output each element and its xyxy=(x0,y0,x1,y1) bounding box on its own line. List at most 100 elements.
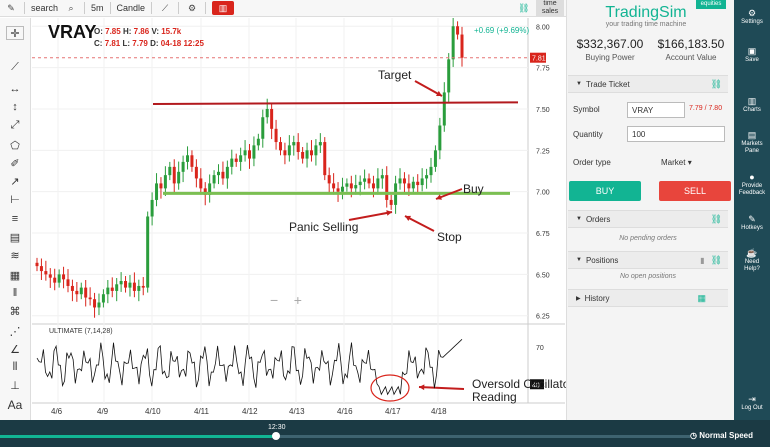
time-tick-label: 4/16 xyxy=(337,407,353,416)
gann-icon[interactable]: ⌘ xyxy=(6,304,24,318)
bar-chart-icon[interactable]: ▮ xyxy=(700,256,704,265)
grid-icon[interactable]: ▦ xyxy=(697,293,706,304)
link-icon[interactable]: ⛓ xyxy=(518,3,529,14)
equities-badge: equities xyxy=(696,0,726,9)
bank-icon[interactable]: ▥ xyxy=(212,1,235,15)
link-icon[interactable]: ⛓ xyxy=(711,255,722,266)
candle-body xyxy=(456,26,460,35)
nav-help-label-1: Need xyxy=(744,259,760,265)
candle-body xyxy=(256,138,260,146)
no-positions-text: No open positions xyxy=(619,273,677,280)
nav-markets-pane[interactable]: ▤ Markets Pane xyxy=(734,130,770,155)
nav-save[interactable]: ▣ Save xyxy=(734,46,770,64)
horizontal-line-icon[interactable]: ↔ xyxy=(6,82,24,96)
candle-body xyxy=(137,285,141,291)
playback-progress xyxy=(0,435,276,438)
trendline-icon[interactable]: ⟋ xyxy=(6,60,24,74)
positions-header[interactable]: ▼ Positions ▮ ⛓ xyxy=(568,251,728,269)
chevron-right-icon: ▶ xyxy=(576,295,581,302)
search-label[interactable]: search xyxy=(31,3,58,13)
angle-icon[interactable]: ∠ xyxy=(6,342,24,356)
fib-time-icon[interactable]: ⊥ xyxy=(6,378,24,392)
cycle-lines-icon[interactable]: ⦀ xyxy=(6,360,24,374)
nav-logout[interactable]: ⇥ Log Out xyxy=(734,394,770,412)
open-value: 7.85 xyxy=(105,27,121,36)
time-tick-label: 4/9 xyxy=(97,407,109,416)
nav-feedback[interactable]: ● Provide Feedback xyxy=(734,172,770,197)
candle-body xyxy=(221,171,225,179)
candle-body xyxy=(398,178,402,184)
playback-handle[interactable] xyxy=(272,432,280,440)
ruler-icon[interactable]: ▤ xyxy=(6,230,24,244)
search-icon[interactable]: ⌕ xyxy=(64,2,78,14)
chevron-down-icon: ▼ xyxy=(576,216,582,222)
candle-body xyxy=(181,161,185,172)
quantity-input[interactable]: 100 xyxy=(627,126,725,142)
brand-tagline: your trading time machine xyxy=(605,21,687,28)
crosshair-icon[interactable]: ✛ xyxy=(6,26,24,40)
candle-body xyxy=(292,142,296,146)
fan-icon[interactable]: ≋ xyxy=(6,248,24,262)
price-tick-label: 7.00 xyxy=(536,190,550,197)
chart-area[interactable]: 8.00 7.75 7.50 7.25 7.00 6.75 6.50 6.25 4/6 4/9 4/… xyxy=(32,17,565,420)
orders-title: Orders xyxy=(585,214,611,224)
time-tick-label: 4/17 xyxy=(385,407,401,416)
candle-body xyxy=(146,216,150,288)
candle-body xyxy=(460,34,464,58)
ray-icon[interactable]: ⤢ xyxy=(6,118,24,132)
zoom-in-button[interactable]: + xyxy=(294,292,302,308)
low-value: 7.79 xyxy=(132,39,148,48)
brush-icon[interactable]: ✐ xyxy=(6,156,24,170)
sell-button[interactable]: SELL xyxy=(659,181,731,201)
fib-icon[interactable]: ▦ xyxy=(6,268,24,282)
toolbar-divider xyxy=(24,2,25,14)
pencil-icon[interactable]: ✎ xyxy=(4,2,18,14)
time-sales-line1: time xyxy=(543,0,557,7)
nav-settings[interactable]: ⚙ Settings xyxy=(734,8,770,26)
fib-fan-icon[interactable]: ⋰ xyxy=(6,324,24,338)
nav-charts[interactable]: ▥ Charts xyxy=(734,96,770,114)
arrow-tool-icon[interactable]: ↗ xyxy=(6,174,24,188)
history-header[interactable]: ▶ History ▦ xyxy=(568,289,728,307)
candle-body xyxy=(371,183,375,189)
interval-select[interactable]: 5m xyxy=(91,3,104,13)
help-icon: ☕ xyxy=(746,248,758,258)
time-tick-label: 4/13 xyxy=(289,407,305,416)
order-type-value: Market xyxy=(661,158,686,167)
pitchfork-icon[interactable]: ‖ xyxy=(6,286,24,300)
clock-icon: ◷ xyxy=(690,431,697,440)
order-type-select[interactable]: Market ▾ xyxy=(661,158,692,167)
nav-settings-label: Settings xyxy=(741,19,763,25)
candle-body xyxy=(75,290,79,295)
candle-body xyxy=(367,178,371,184)
gear-icon[interactable]: ⚙ xyxy=(185,2,199,14)
resistance-line xyxy=(152,101,519,106)
orders-header[interactable]: ▼ Orders ⛓ xyxy=(568,210,728,228)
text-tool-icon[interactable]: Aa xyxy=(6,398,24,412)
measure-icon[interactable]: ⊢ xyxy=(6,192,24,206)
chart-canvas[interactable]: 8.00 7.75 7.50 7.25 7.00 6.75 6.50 6.25 4/6 4/9 4/… xyxy=(32,17,565,420)
candle-body xyxy=(327,175,331,184)
polygon-icon[interactable]: ⬠ xyxy=(6,138,24,152)
candle-body xyxy=(314,145,318,156)
parallel-channel-icon[interactable]: ≡ xyxy=(6,212,24,226)
time-tick-label: 4/18 xyxy=(431,407,447,416)
price-tick-label: 6.50 xyxy=(536,272,550,279)
trade-ticket-header[interactable]: ▼ Trade Ticket ⛓ xyxy=(568,75,728,93)
speed-select[interactable]: ◷ Normal Speed xyxy=(690,431,753,440)
candle-body xyxy=(141,285,145,288)
link-icon[interactable]: ⛓ xyxy=(711,214,722,225)
link-icon[interactable]: ⛓ xyxy=(711,79,722,90)
price-tick-label: 6.25 xyxy=(536,314,550,321)
vertical-line-icon[interactable]: ↕ xyxy=(6,100,24,114)
indicators-icon[interactable]: ⟋ xyxy=(158,2,172,14)
candle-body xyxy=(132,282,136,291)
chart-type-select[interactable]: Candle xyxy=(117,3,146,13)
nav-help[interactable]: ☕ Need Help? xyxy=(734,248,770,273)
time-sales-button[interactable]: time sales xyxy=(536,0,564,17)
zoom-out-button[interactable]: − xyxy=(270,292,278,308)
nav-hotkeys[interactable]: ✎ Hotkeys xyxy=(734,214,770,232)
symbol-input[interactable]: VRAY xyxy=(627,102,685,118)
buy-button[interactable]: BUY xyxy=(569,181,641,201)
candle-body xyxy=(230,158,234,167)
